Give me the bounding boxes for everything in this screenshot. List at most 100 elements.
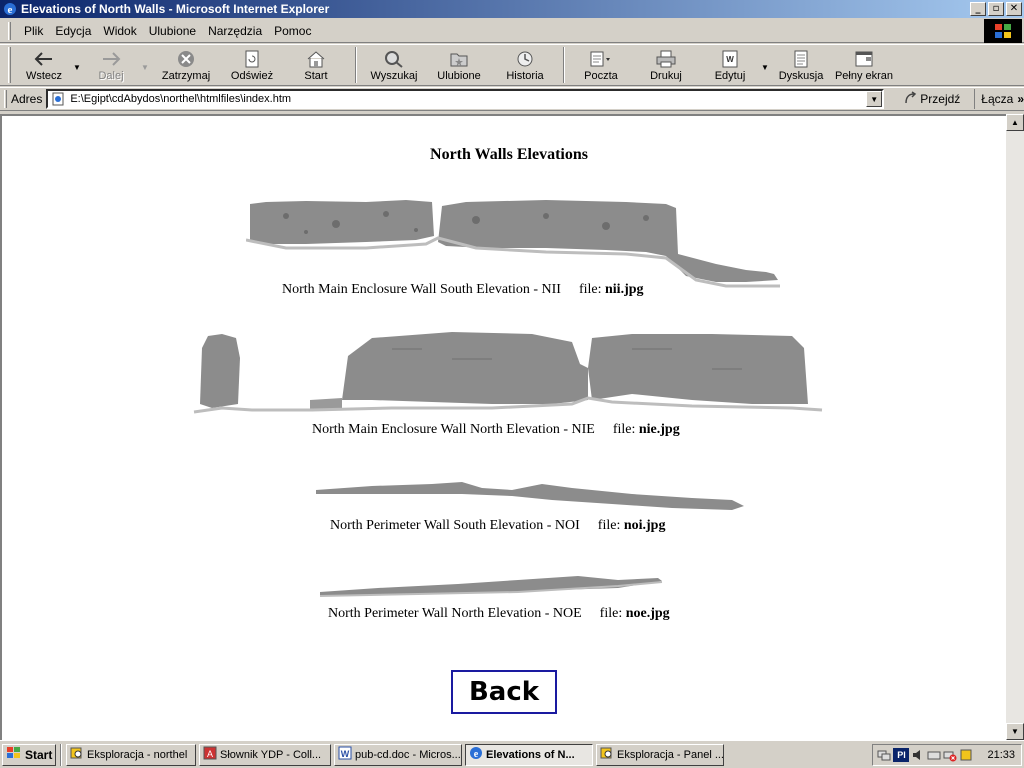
stop-icon: [177, 49, 195, 69]
menu-file[interactable]: Plik: [18, 24, 49, 38]
fullscreen-button[interactable]: Pełny ekran: [831, 45, 897, 85]
menu-edit[interactable]: Edycja: [49, 24, 97, 38]
menu-view[interactable]: Widok: [97, 24, 142, 38]
address-dropdown-icon[interactable]: ▼: [866, 91, 883, 107]
window-title: Elevations of North Walls - Microsoft In…: [21, 2, 330, 16]
disconnect-icon[interactable]: [943, 748, 957, 762]
discuss-icon: [792, 49, 810, 69]
printer-icon: [655, 49, 677, 69]
dictionary-icon: A: [203, 746, 217, 763]
address-bar: Adres E:\Egipt\cdAbydos\northel\htmlfile…: [0, 87, 1024, 111]
maximize-button[interactable]: ▫: [988, 2, 1004, 16]
word-icon: W: [338, 746, 352, 763]
elevation-image-nii: [246, 200, 780, 288]
home-icon: [306, 49, 326, 69]
vertical-scrollbar[interactable]: ▲ ▼: [1006, 114, 1024, 740]
home-button[interactable]: Start: [283, 45, 349, 85]
windows-logo-icon: [984, 19, 1022, 43]
address-label: Adres: [10, 92, 43, 106]
address-grip[interactable]: [4, 90, 7, 108]
search-icon: [384, 49, 404, 69]
elevation-image-noi: [316, 482, 744, 510]
keyboard-icon[interactable]: [927, 748, 941, 762]
mail-button[interactable]: Poczta: [571, 45, 631, 85]
network-icon[interactable]: [877, 748, 891, 762]
taskbar-separator: [60, 743, 62, 766]
page-title: North Walls Elevations: [430, 146, 588, 163]
svg-text:W: W: [726, 55, 734, 64]
scroll-down-arrow-icon[interactable]: ▼: [1006, 723, 1024, 740]
task-slownik[interactable]: A Słownik YDP - Coll...: [199, 743, 331, 766]
close-button[interactable]: ✕: [1006, 2, 1022, 16]
print-button[interactable]: Drukuj: [631, 45, 701, 85]
stop-button[interactable]: Zatrzymaj: [151, 45, 221, 85]
menu-tools[interactable]: Narzędzia: [202, 24, 268, 38]
page-icon: [50, 91, 66, 107]
clock[interactable]: 21:33: [987, 749, 1015, 761]
menu-bar: Plik Edycja Widok Ulubione Narzędzia Pom…: [0, 19, 1024, 43]
menu-grip[interactable]: [8, 21, 11, 40]
page-content: North Walls Elevations North Main Enclos…: [0, 114, 1006, 740]
ie-task-icon: e: [469, 746, 483, 763]
elevation-caption-noe: North Perimeter Wall North Elevation - N…: [328, 606, 670, 621]
links-toolbar[interactable]: Łącza»: [974, 89, 1024, 109]
scroll-up-arrow-icon[interactable]: ▲: [1006, 114, 1024, 131]
task-ie-elevations[interactable]: e Elevations of N...: [465, 743, 593, 766]
forward-arrow-icon: [101, 49, 121, 69]
refresh-icon: [244, 49, 260, 69]
forward-button[interactable]: Dalej: [83, 45, 139, 85]
edit-button[interactable]: W Edytuj: [701, 45, 759, 85]
toolbar-separator-2: [563, 47, 565, 83]
history-icon: [515, 49, 535, 69]
task-explorer-panel[interactable]: Eksploracja - Panel ...: [596, 743, 724, 766]
forward-dropdown-arrow-icon[interactable]: ▼: [139, 45, 151, 85]
address-url[interactable]: E:\Egipt\cdAbydos\northel\htmlfiles\inde…: [70, 93, 866, 105]
windows-update-icon[interactable]: [959, 748, 973, 762]
explorer-magnifier-icon: [600, 746, 614, 763]
start-button[interactable]: Start: [2, 743, 56, 766]
ie-icon: e: [2, 1, 18, 17]
elevation-image-noe: [319, 576, 663, 597]
elevation-caption-nie: North Main Enclosure Wall North Elevatio…: [312, 422, 680, 437]
fullscreen-icon: [854, 49, 874, 69]
volume-icon[interactable]: [911, 748, 925, 762]
elevation-caption-nii: North Main Enclosure Wall South Elevatio…: [282, 282, 644, 297]
search-button[interactable]: Wyszukaj: [363, 45, 425, 85]
word-document-icon: W: [721, 49, 739, 69]
edit-dropdown-arrow-icon[interactable]: ▼: [759, 45, 771, 85]
menu-help[interactable]: Pomoc: [268, 24, 317, 38]
elevation-image-nie: [193, 332, 823, 414]
go-button[interactable]: Przejdź: [904, 90, 960, 108]
taskbar: Start Eksploracja - northel A Słownik YD…: [0, 740, 1024, 768]
links-label: Łącza: [981, 92, 1014, 106]
back-arrow-icon: [34, 49, 54, 69]
refresh-button[interactable]: Odśwież: [221, 45, 283, 85]
favorites-button[interactable]: Ulubione: [425, 45, 493, 85]
windows-flag-icon: [6, 746, 22, 763]
elevation-caption-noi: North Perimeter Wall South Elevation - N…: [330, 518, 666, 533]
svg-text:e: e: [8, 4, 13, 16]
system-tray: Pl 21:33: [872, 744, 1022, 766]
history-button[interactable]: Historia: [493, 45, 557, 85]
toolbar-separator: [355, 47, 357, 83]
mail-icon: [589, 49, 613, 69]
svg-text:e: e: [474, 749, 479, 760]
svg-text:A: A: [207, 749, 213, 759]
address-input[interactable]: E:\Egipt\cdAbydos\northel\htmlfiles\inde…: [46, 89, 885, 109]
explorer-magnifier-icon: [70, 746, 84, 763]
toolbar-grip[interactable]: [8, 47, 11, 83]
task-explorer-northel[interactable]: Eksploracja - northel: [66, 743, 196, 766]
back-button[interactable]: Wstecz: [17, 45, 71, 85]
back-dropdown-arrow-icon[interactable]: ▼: [71, 45, 83, 85]
language-indicator[interactable]: Pl: [893, 748, 910, 762]
svg-text:W: W: [341, 749, 350, 759]
task-word-doc[interactable]: W pub-cd.doc - Micros...: [334, 743, 462, 766]
favorites-folder-icon: [449, 49, 469, 69]
go-arrow-icon: [904, 90, 918, 108]
back-link-button[interactable]: Back: [451, 670, 557, 714]
chevron-right-icon[interactable]: »: [1017, 92, 1024, 106]
discuss-button[interactable]: Dyskusja: [771, 45, 831, 85]
menu-favorites[interactable]: Ulubione: [143, 24, 202, 38]
standard-toolbar: Wstecz ▼ Dalej ▼ Zatrzymaj Odśwież Start…: [0, 44, 1024, 86]
minimize-button[interactable]: _: [970, 2, 986, 16]
